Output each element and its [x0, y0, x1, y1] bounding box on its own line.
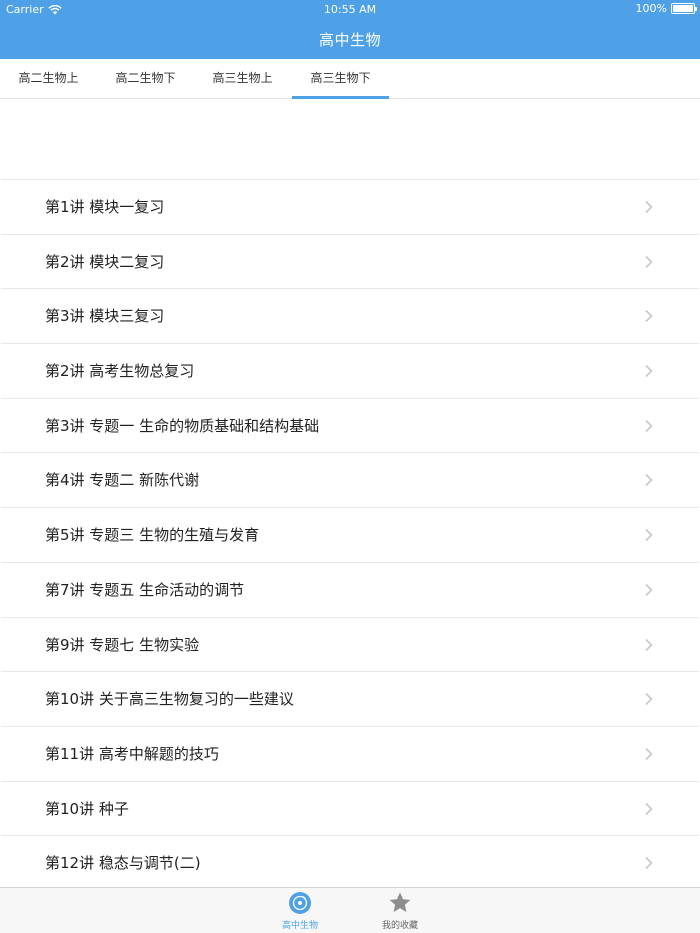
chevron-right-icon: [645, 529, 653, 542]
lesson-title: 第9讲 专题七 生物实验: [45, 635, 200, 654]
lesson-title: 第3讲 专题一 生命的物质基础和结构基础: [45, 416, 320, 435]
lesson-title: 第5讲 专题三 生物的生殖与发育: [45, 526, 260, 545]
page-title: 高中生物: [318, 31, 381, 49]
status-bar: Carrier 10:55 AM 100%: [0, 0, 700, 20]
chevron-right-icon: [645, 255, 653, 268]
lesson-row[interactable]: 第3讲 专题一 生命的物质基础和结构基础: [1, 399, 699, 454]
battery-percentage: 100%: [635, 2, 667, 15]
lesson-title: 第10讲 关于高三生物复习的一些建议: [45, 690, 294, 709]
tab-grade12-vol1[interactable]: 高三生物上: [194, 59, 291, 99]
chevron-right-icon: [645, 857, 653, 870]
lesson-row[interactable]: 第10讲 关于高三生物复习的一些建议: [1, 672, 699, 727]
lesson-title: 第3讲 模块三复习: [45, 307, 165, 326]
chevron-right-icon: [645, 747, 653, 760]
bottom-tab-bar: 高中生物 我的收藏: [0, 887, 700, 933]
lesson-row[interactable]: 第4讲 专题二 新陈代谢: [1, 453, 699, 509]
lesson-title: 第10讲 种子: [45, 799, 129, 818]
lesson-title: 第11讲 高考中解题的技巧: [45, 744, 219, 763]
star-icon: [389, 892, 411, 912]
lesson-row[interactable]: 第2讲 模块二复习: [1, 235, 699, 290]
status-time: 10:55 AM: [323, 3, 377, 16]
tab-grade11-vol1[interactable]: 高二生物上: [0, 59, 97, 99]
lesson-title: 第7讲 专题五 生命活动的调节: [45, 580, 245, 599]
lesson-row[interactable]: 第10讲 种子: [1, 782, 699, 837]
lesson-row[interactable]: 第1讲 模块一复习: [1, 180, 699, 235]
tabbar-item-home[interactable]: 高中生物: [260, 891, 340, 933]
chevron-right-icon: [645, 693, 653, 706]
chevron-right-icon: [645, 419, 653, 432]
lesson-row[interactable]: 第9讲 专题七 生物实验: [1, 618, 699, 673]
lesson-row[interactable]: 第2讲 高考生物总复习: [1, 344, 699, 399]
lesson-title: 第4讲 专题二 新陈代谢: [45, 471, 200, 490]
chevron-right-icon: [645, 474, 653, 487]
battery-icon: [671, 3, 697, 14]
battery-fill: [673, 5, 693, 12]
tabbar-label-home: 高中生物: [281, 921, 318, 931]
tabbar-item-favorites[interactable]: 我的收藏: [360, 891, 440, 933]
navigation-header: Carrier 10:55 AM 100% 高中生物: [0, 0, 700, 59]
chevron-right-icon: [645, 364, 653, 378]
chevron-right-icon: [645, 310, 653, 323]
lesson-row[interactable]: 第5讲 专题三 生物的生殖与发育: [1, 508, 699, 563]
lesson-title: 第2讲 模块二复习: [45, 252, 165, 271]
segment-tabs: 高二生物上 高二生物下 高三生物上 高三生物下: [0, 59, 700, 99]
disc-icon: [289, 892, 311, 914]
lesson-row[interactable]: 第3讲 模块三复习: [1, 289, 699, 345]
chevron-right-icon: [645, 802, 653, 815]
lesson-row[interactable]: 第7讲 专题五 生命活动的调节: [1, 563, 699, 618]
lesson-list: 第1讲 模块一复习 第2讲 模块二复习 第3讲 模块三复习第2讲 高考生物总复习第3…: [1, 179, 699, 888]
tab-grade11-vol2[interactable]: 高二生物下: [97, 59, 194, 99]
lesson-row[interactable]: 第12讲 稳态与调节(二): [1, 836, 699, 888]
lesson-row[interactable]: 第11讲 高考中解题的技巧: [1, 727, 699, 782]
lesson-title: 第12讲 稳态与调节(二): [45, 854, 201, 873]
lesson-title: 第2讲 高考生物总复习: [45, 362, 195, 381]
chevron-right-icon: [645, 200, 653, 214]
battery-indicator: 100%: [635, 2, 697, 15]
lesson-title: 第1讲 模块一复习: [45, 198, 165, 216]
tab-grade12-vol2[interactable]: 高三生物下: [292, 59, 389, 99]
chevron-right-icon: [645, 638, 653, 651]
chevron-right-icon: [645, 583, 653, 596]
tabbar-label-favorites: 我的收藏: [381, 921, 418, 931]
